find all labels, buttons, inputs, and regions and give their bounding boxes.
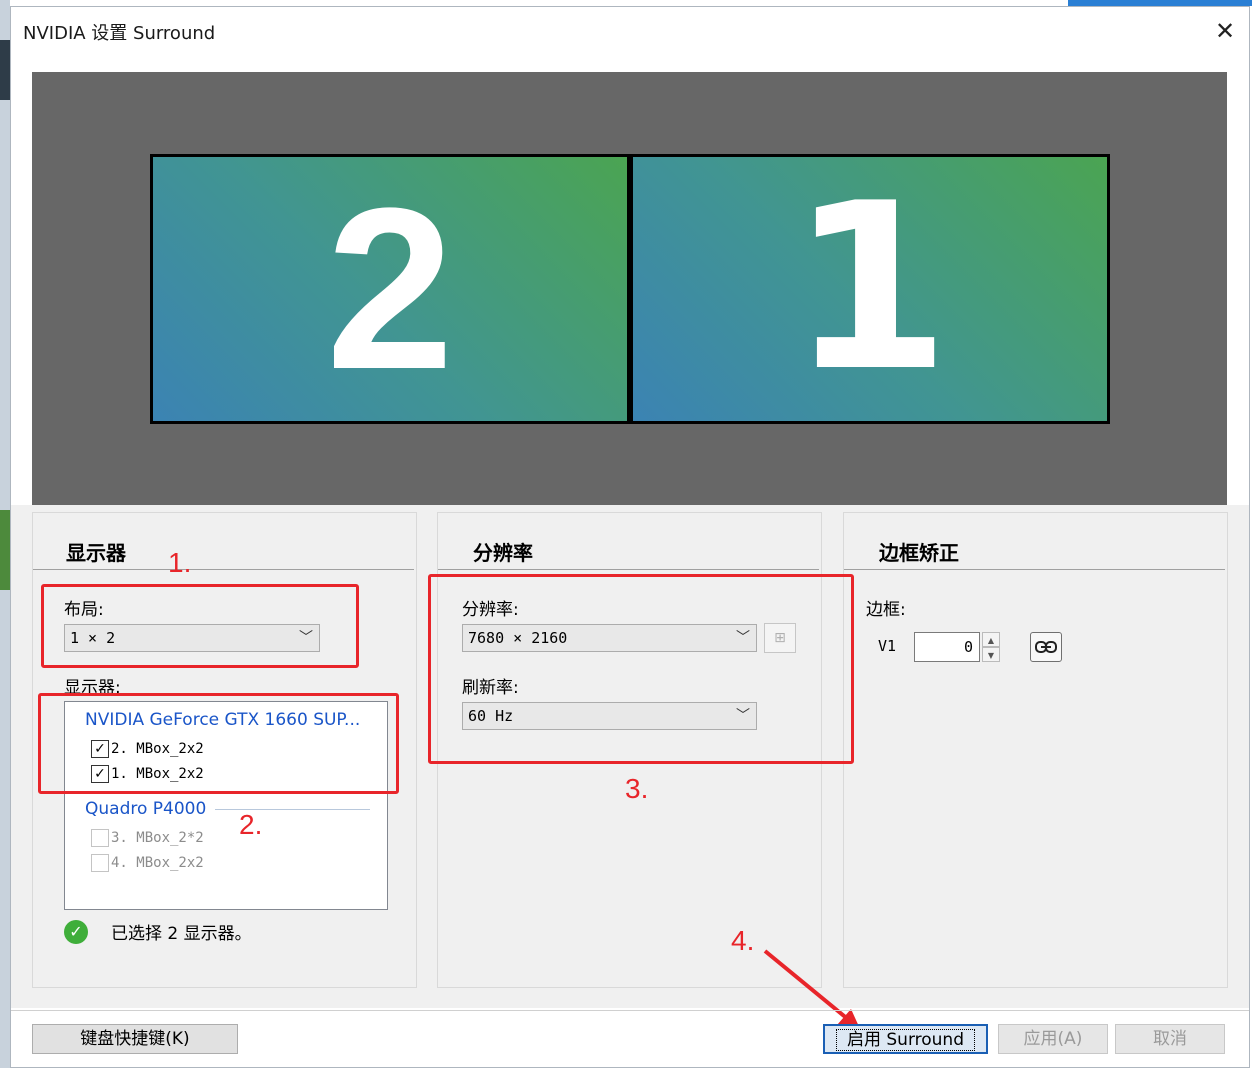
panel-title: 边框矫正 [879, 541, 959, 565]
panel-title: 显示器 [66, 541, 126, 565]
surround-dialog: NVIDIA 设置 Surround ✕ 2 1 显示器 布局: 1 × 2 ﹀… [10, 6, 1250, 1068]
close-icon: ✕ [1214, 17, 1236, 45]
checkbox-unchecked-icon [91, 854, 109, 872]
annotation-number: 1. [168, 547, 192, 578]
annotation-box-3 [428, 574, 854, 764]
apply-button[interactable]: 应用(A) [998, 1024, 1108, 1054]
annotation-arrow-icon [763, 949, 861, 1031]
spin-down-icon[interactable]: ▼ [982, 647, 1000, 662]
divider [438, 569, 819, 570]
display-preview: 2 1 [32, 72, 1227, 505]
checkbox-unchecked-icon [91, 829, 109, 847]
desktop-background-left [0, 0, 10, 1068]
display-checkbox-4[interactable]: 4. MBox_2x2 [91, 854, 204, 872]
v1-input[interactable]: 0 [914, 632, 980, 662]
monitor-number: 2 [326, 160, 454, 417]
link-bezels-button[interactable] [1030, 632, 1062, 662]
annotation-number: 3. [625, 773, 649, 804]
display-label: 3. MBox_2*2 [111, 830, 204, 846]
close-button[interactable]: ✕ [1209, 15, 1241, 47]
bezel-label: 边框: [866, 600, 906, 620]
gpu-name: Quadro P4000 [85, 799, 207, 819]
title-bar: NVIDIA 设置 Surround ✕ [11, 7, 1249, 55]
annotation-box-1 [41, 584, 359, 668]
monitor-tile-2[interactable]: 2 [150, 154, 630, 424]
monitor-number: 1 [789, 155, 951, 422]
selection-status: 已选择 2 显示器。 [111, 924, 252, 944]
panel-title: 分辨率 [473, 541, 533, 565]
divider [11, 1010, 1249, 1011]
divider [844, 569, 1225, 570]
bezel-panel: 边框矫正 边框: V1 0 ▲ ▼ [843, 512, 1228, 988]
divider [33, 569, 414, 570]
annotation-box-2 [38, 693, 399, 794]
monitor-tile-1[interactable]: 1 [630, 154, 1110, 424]
enable-surround-button[interactable]: 启用 Surround [823, 1024, 988, 1054]
display-checkbox-3[interactable]: 3. MBox_2*2 [91, 829, 204, 847]
link-icon [1035, 641, 1057, 653]
spin-up-icon[interactable]: ▲ [982, 632, 1000, 647]
enable-surround-label: 启用 Surround [835, 1029, 976, 1051]
v1-stepper[interactable]: ▲ ▼ [982, 632, 1000, 662]
annotation-number: 2. [239, 809, 263, 840]
display-label: 4. MBox_2x2 [111, 855, 204, 871]
window-title: NVIDIA 设置 Surround [23, 23, 216, 44]
cancel-button[interactable]: 取消 [1115, 1024, 1225, 1054]
keyboard-shortcuts-button[interactable]: 键盘快捷键(K) [32, 1024, 238, 1054]
v1-label: V1 [878, 637, 897, 655]
checkmark-icon: ✓ [64, 920, 88, 944]
